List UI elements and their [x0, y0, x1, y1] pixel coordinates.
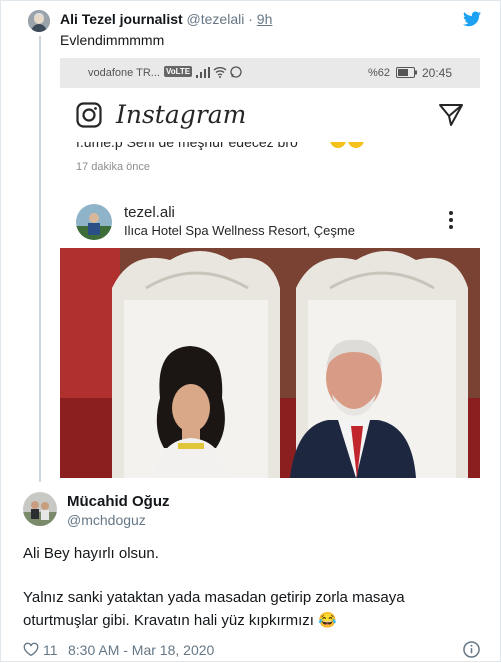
info-icon[interactable]	[463, 641, 480, 663]
post-header: tezel.ali Ilıca Hotel Spa Wellness Resor…	[60, 196, 480, 248]
comment-timestamp: 17 dakika önce	[76, 161, 150, 173]
more-vertical-icon[interactable]	[448, 210, 454, 235]
volte-badge: VoLTE	[164, 66, 193, 77]
instagram-header: Instagram	[60, 88, 480, 143]
mucahid-oguz-avatar[interactable]	[23, 492, 57, 526]
signal-icon	[196, 67, 210, 81]
tweet2-text-line3: oturtmuşlar gibi. Kravatın hali yüz kıpk…	[23, 612, 314, 629]
partial-comment-text: f.ume.p Seni de meşhur edecez bro	[76, 142, 298, 150]
clock: 20:45	[422, 66, 453, 80]
whatsapp-notification-icon	[230, 66, 242, 81]
heart-icon[interactable]	[23, 642, 39, 661]
tweet1-handle[interactable]: @tezelali	[187, 11, 245, 27]
like-count[interactable]: 11	[43, 642, 58, 658]
post-username[interactable]: tezel.ali	[124, 204, 175, 221]
tears-of-joy-emoji-icon: 😂	[318, 612, 337, 629]
tweet2-handle[interactable]: @mchdoguz	[67, 512, 146, 528]
twitter-bird-icon[interactable]	[463, 11, 481, 27]
tezel-ali-profile-avatar[interactable]	[76, 204, 112, 240]
partial-comment: f.ume.p Seni de meşhur edecez bro 17 dak…	[60, 142, 480, 178]
comment-emojis-icon	[330, 142, 370, 155]
wifi-icon	[213, 66, 227, 81]
tweet2-text-line1: Ali Bey hayırlı olsun.	[23, 545, 159, 562]
battery-icon	[396, 67, 418, 81]
battery-percent: %62	[368, 67, 391, 79]
paper-plane-icon[interactable]	[438, 103, 464, 132]
tweet2-author-name[interactable]: Mücahid Oğuz	[67, 493, 170, 510]
tweet1-text: Evlendimmmmm	[60, 32, 165, 48]
tweet2-text-line2: Yalnız sanki yataktan yada masadan getir…	[23, 589, 405, 606]
post-location[interactable]: Ilıca Hotel Spa Wellness Resort, Çeşme	[124, 223, 355, 238]
wedding-photo[interactable]	[60, 248, 480, 478]
tweet2-timestamp[interactable]: 8:30 AM - Mar 18, 2020	[68, 642, 214, 658]
thread-connector-line	[39, 36, 41, 482]
tweet1-time[interactable]: 9h	[257, 11, 273, 27]
carrier-label: vodafone TR...	[88, 67, 160, 79]
tweet1-separator: ·	[248, 11, 253, 27]
phone-status-bar: vodafone TR... VoLTE %62 20:45	[60, 58, 480, 88]
attached-screenshot[interactable]: vodafone TR... VoLTE %62 20:45 Instagram…	[60, 58, 480, 478]
tweet1-author-name[interactable]: Ali Tezel journalist	[60, 11, 183, 27]
instagram-wordmark: Instagram	[116, 100, 247, 129]
instagram-camera-icon[interactable]	[76, 102, 102, 133]
ali-tezel-avatar[interactable]	[28, 10, 50, 32]
